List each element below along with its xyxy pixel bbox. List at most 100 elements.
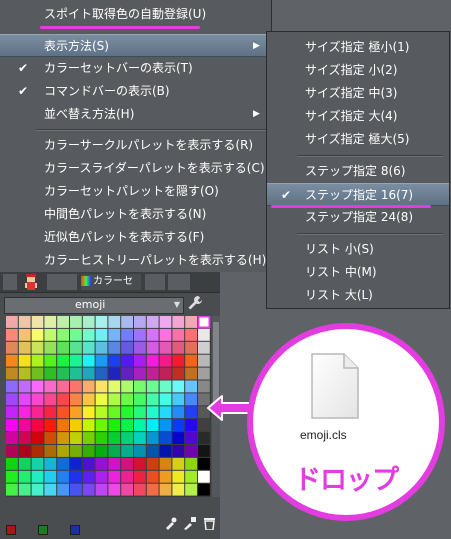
color-swatch[interactable] <box>172 380 185 393</box>
color-swatch[interactable] <box>198 483 210 496</box>
color-swatch[interactable] <box>108 393 121 406</box>
color-swatch[interactable] <box>18 380 31 393</box>
tab-icon-3[interactable] <box>145 274 165 290</box>
color-swatch[interactable] <box>82 419 95 432</box>
color-swatch[interactable] <box>134 341 146 354</box>
color-swatch[interactable] <box>185 341 197 354</box>
color-swatch[interactable] <box>6 457 18 470</box>
color-swatch[interactable] <box>146 328 159 341</box>
color-swatch[interactable] <box>198 470 210 483</box>
color-swatch[interactable] <box>121 483 133 496</box>
color-swatch[interactable] <box>134 354 146 367</box>
color-swatch[interactable] <box>70 432 82 444</box>
color-swatch[interactable] <box>159 406 172 419</box>
submenu-item-size-l[interactable]: サイズ指定 大(4) <box>267 105 449 128</box>
color-swatch[interactable] <box>31 380 44 393</box>
color-swatch[interactable] <box>95 457 108 470</box>
color-swatch[interactable] <box>159 316 172 328</box>
color-swatch[interactable] <box>57 432 69 444</box>
color-swatch[interactable] <box>31 432 44 444</box>
color-swatch[interactable] <box>44 483 57 496</box>
color-swatch[interactable] <box>121 470 133 483</box>
color-swatch[interactable] <box>185 470 197 483</box>
color-swatch[interactable] <box>108 445 121 457</box>
color-swatch[interactable] <box>70 316 82 328</box>
color-swatch[interactable] <box>44 470 57 483</box>
color-swatch[interactable] <box>198 341 210 354</box>
color-swatch[interactable] <box>121 328 133 341</box>
color-swatch[interactable] <box>6 483 18 496</box>
submenu-item-list-s[interactable]: リスト 小(S) <box>267 238 449 261</box>
color-swatch[interactable] <box>44 341 57 354</box>
color-swatch[interactable] <box>31 406 44 419</box>
color-swatch[interactable] <box>82 354 95 367</box>
color-swatch[interactable] <box>198 354 210 367</box>
color-swatch[interactable] <box>18 470 31 483</box>
color-swatch[interactable] <box>57 328 69 341</box>
color-swatch[interactable] <box>146 483 159 496</box>
color-swatch[interactable] <box>18 341 31 354</box>
color-swatch[interactable] <box>31 354 44 367</box>
color-swatch[interactable] <box>18 432 31 444</box>
tab-icon-2[interactable] <box>47 274 77 290</box>
color-swatch[interactable] <box>18 367 31 380</box>
color-swatch[interactable] <box>44 380 57 393</box>
color-swatch[interactable] <box>18 393 31 406</box>
color-swatch[interactable] <box>108 316 121 328</box>
menu-item-hide-colorset[interactable]: カラーセットパレットを隠す(O) <box>0 180 271 203</box>
color-swatch[interactable] <box>198 316 210 328</box>
color-swatch[interactable] <box>172 393 185 406</box>
color-swatch[interactable] <box>185 380 197 393</box>
eyedropper-icon[interactable] <box>183 516 197 533</box>
menu-item-show-intermediate[interactable]: 中間色パレットを表示する(N) <box>0 203 271 226</box>
color-swatch[interactable] <box>159 367 172 380</box>
color-swatch[interactable] <box>31 483 44 496</box>
color-swatch[interactable] <box>95 341 108 354</box>
color-swatch[interactable] <box>159 354 172 367</box>
color-swatch[interactable] <box>31 419 44 432</box>
color-swatch[interactable] <box>57 367 69 380</box>
color-swatch[interactable] <box>146 316 159 328</box>
color-swatch[interactable] <box>18 419 31 432</box>
color-swatch[interactable] <box>57 354 69 367</box>
color-swatch[interactable] <box>134 445 146 457</box>
color-swatch[interactable] <box>108 406 121 419</box>
color-swatch[interactable] <box>44 328 57 341</box>
color-swatch[interactable] <box>70 380 82 393</box>
color-swatch[interactable] <box>44 316 57 328</box>
menu-item-show-color-circle[interactable]: カラーサークルパレットを表示する(R) <box>0 134 271 157</box>
color-swatch[interactable] <box>121 432 133 444</box>
color-swatch[interactable] <box>108 341 121 354</box>
color-swatch[interactable] <box>70 328 82 341</box>
color-swatch[interactable] <box>31 457 44 470</box>
color-swatch[interactable] <box>82 445 95 457</box>
recent-color-swatch[interactable] <box>38 525 48 535</box>
color-swatch[interactable] <box>108 432 121 444</box>
color-swatch[interactable] <box>31 470 44 483</box>
color-swatch[interactable] <box>172 354 185 367</box>
color-swatch[interactable] <box>6 367 18 380</box>
color-swatch[interactable] <box>6 470 18 483</box>
color-swatch[interactable] <box>185 445 197 457</box>
color-swatch[interactable] <box>18 483 31 496</box>
color-swatch[interactable] <box>70 470 82 483</box>
color-swatch[interactable] <box>44 367 57 380</box>
color-swatch[interactable] <box>146 341 159 354</box>
color-swatch[interactable] <box>121 406 133 419</box>
color-swatch[interactable] <box>146 380 159 393</box>
palette-scrollbar-thumb[interactable] <box>213 322 219 402</box>
color-swatch[interactable] <box>134 367 146 380</box>
color-swatch[interactable] <box>6 380 18 393</box>
color-swatch[interactable] <box>57 341 69 354</box>
color-swatch[interactable] <box>172 328 185 341</box>
color-swatch[interactable] <box>82 432 95 444</box>
color-swatch[interactable] <box>82 367 95 380</box>
submenu-item-list-l[interactable]: リスト 大(L) <box>267 284 449 307</box>
color-swatch[interactable] <box>146 432 159 444</box>
color-swatch[interactable] <box>185 316 197 328</box>
color-swatch[interactable] <box>121 367 133 380</box>
color-swatch[interactable] <box>70 367 82 380</box>
color-swatch[interactable] <box>108 470 121 483</box>
color-swatch[interactable] <box>172 470 185 483</box>
menu-item-display-method[interactable]: 表示方法(S) ▶ <box>0 34 271 57</box>
